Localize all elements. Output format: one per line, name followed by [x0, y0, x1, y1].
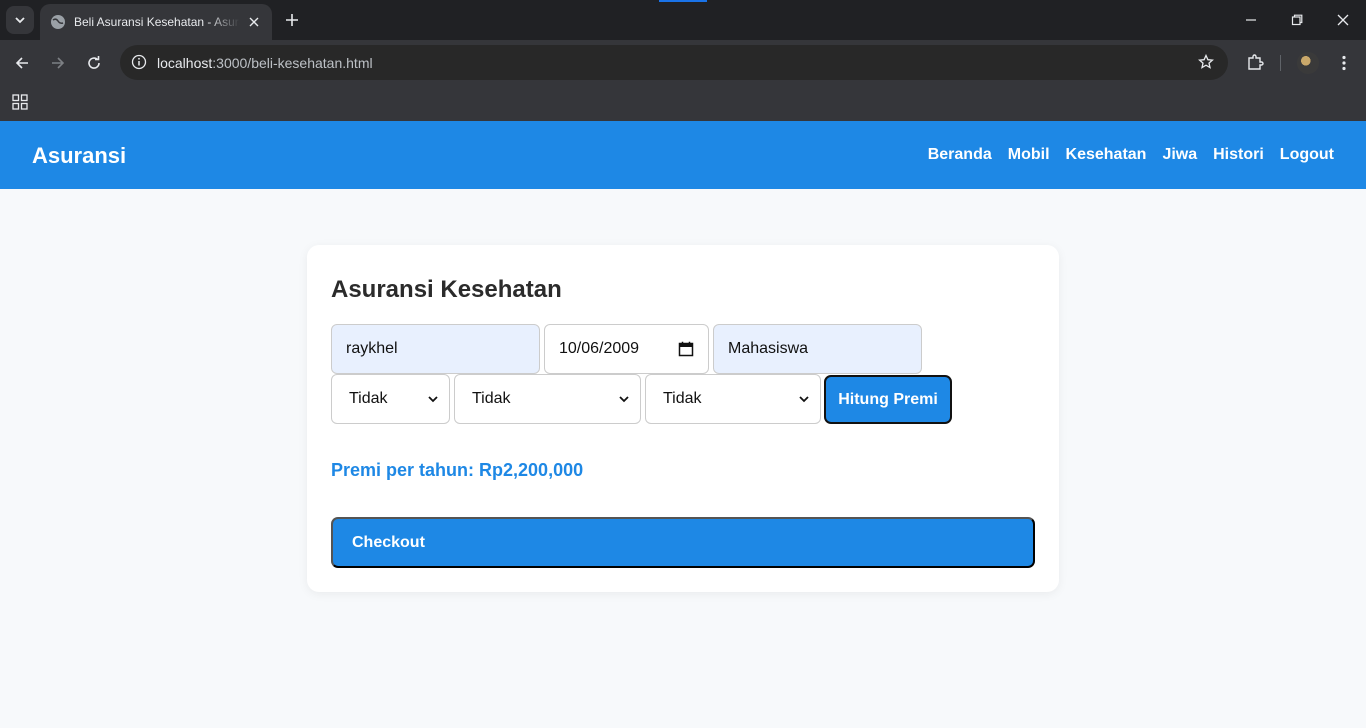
bookmark-star-icon[interactable]	[1196, 52, 1216, 72]
restore-icon	[1291, 14, 1303, 26]
calendar-icon[interactable]	[678, 341, 694, 357]
birthdate-input-value: 10/06/2009	[559, 340, 640, 357]
chevron-down-icon	[427, 393, 439, 405]
site-info-icon[interactable]	[128, 51, 150, 73]
reload-button[interactable]	[80, 49, 108, 77]
close-icon	[1337, 14, 1349, 26]
arrow-left-icon	[15, 57, 28, 69]
toolbar-divider	[1280, 55, 1281, 71]
select-condition-2[interactable]: Tidak	[454, 374, 641, 424]
reload-icon	[88, 56, 100, 69]
select-condition-3-value: Tidak	[663, 390, 702, 407]
window-close-button[interactable]	[1320, 0, 1366, 40]
back-button[interactable]	[8, 49, 36, 77]
select-condition-1[interactable]: Tidak	[331, 374, 450, 424]
close-icon[interactable]	[246, 14, 262, 30]
tab-strip-accent	[659, 0, 707, 2]
chevron-down-icon	[618, 393, 630, 405]
url-path: :3000/beli-kesehatan.html	[212, 55, 373, 71]
hitung-premi-button[interactable]: Hitung Premi	[824, 375, 952, 424]
profile-avatar[interactable]	[1297, 52, 1319, 74]
restore-button[interactable]	[1274, 0, 1320, 40]
nav-link-histori[interactable]: Histori	[1213, 146, 1264, 164]
tab-title: Beli Asuransi Kesehatan - Asuransi	[74, 15, 240, 29]
tab-search-button[interactable]	[6, 6, 34, 34]
brand-logo-text[interactable]: Asuransi	[32, 143, 126, 169]
bookmarks-bar	[0, 86, 1366, 121]
minimize-button[interactable]	[1228, 0, 1274, 40]
browser-toolbar: localhost:3000/beli-kesehatan.html	[0, 40, 1366, 86]
forward-button[interactable]	[44, 49, 72, 77]
url-text[interactable]: localhost:3000/beli-kesehatan.html	[157, 55, 373, 71]
birthdate-input[interactable]: 10/06/2009	[544, 324, 709, 374]
url-host: localhost	[157, 55, 213, 71]
extensions-puzzle-icon[interactable]	[1242, 49, 1268, 75]
address-bar[interactable]: localhost:3000/beli-kesehatan.html	[120, 45, 1228, 80]
page-title: Asuransi Kesehatan	[331, 276, 562, 303]
browser-menu-kebab-icon[interactable]	[1332, 49, 1356, 77]
browser-tab-bar: Beli Asuransi Kesehatan - Asuransi	[0, 0, 1366, 40]
globe-icon	[50, 14, 66, 30]
minimize-icon	[1246, 19, 1256, 21]
nav-link-beranda[interactable]: Beranda	[928, 146, 992, 164]
select-condition-1-value: Tidak	[349, 390, 388, 407]
name-input-value: raykhel	[346, 340, 398, 357]
new-tab-button[interactable]	[280, 8, 304, 32]
name-input[interactable]: raykhel	[331, 324, 540, 374]
arrow-right-icon	[52, 57, 65, 69]
checkout-button[interactable]: Checkout	[331, 517, 1035, 568]
nav-link-kesehatan[interactable]: Kesehatan	[1066, 146, 1147, 164]
chevron-down-icon	[15, 17, 25, 24]
site-navbar: Asuransi Beranda Mobil Kesehatan Jiwa Hi…	[0, 121, 1366, 189]
occupation-input-value: Mahasiswa	[728, 340, 809, 357]
nav-link-logout[interactable]: Logout	[1280, 146, 1334, 164]
nav-link-mobil[interactable]: Mobil	[1008, 146, 1050, 164]
nav-link-jiwa[interactable]: Jiwa	[1162, 146, 1197, 164]
select-condition-2-value: Tidak	[472, 390, 511, 407]
select-condition-3[interactable]: Tidak	[645, 374, 821, 424]
nav-links: Beranda Mobil Kesehatan Jiwa Histori Log…	[928, 146, 1334, 164]
occupation-input[interactable]: Mahasiswa	[713, 324, 922, 374]
chevron-down-icon	[798, 393, 810, 405]
browser-tab[interactable]: Beli Asuransi Kesehatan - Asuransi	[40, 4, 272, 40]
premium-result-text: Premi per tahun: Rp2,200,000	[331, 460, 584, 480]
apps-grid-icon[interactable]	[10, 92, 30, 112]
plus-icon	[286, 14, 298, 26]
